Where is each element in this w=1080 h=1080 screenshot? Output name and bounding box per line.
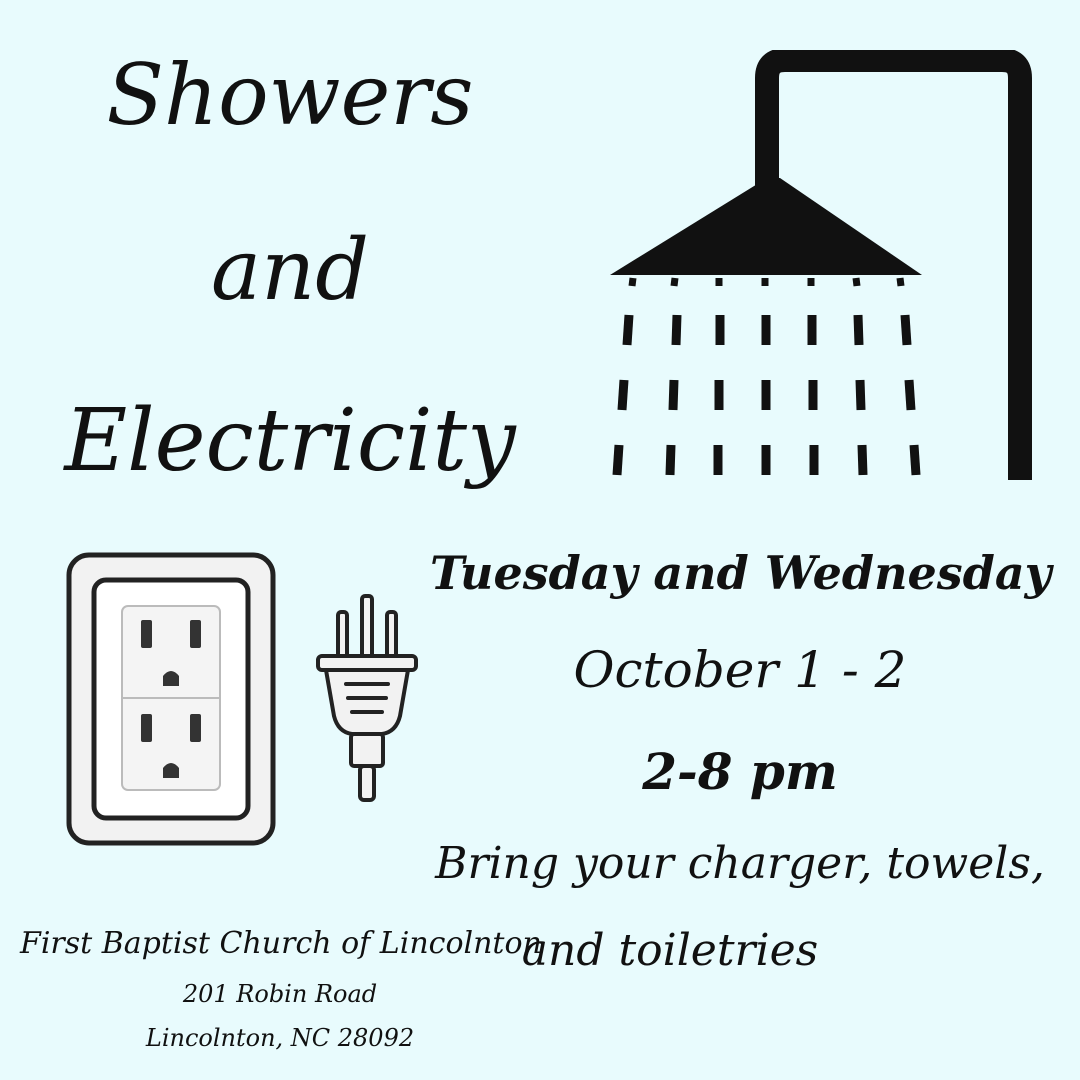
shower-head-icon [600,48,1050,490]
title-electricity: Electricity [64,391,516,491]
bring-items-line1: Bring your charger, towels, [435,838,1045,889]
title-and: and [211,221,369,319]
church-city-state-zip: Lincolnton, NC 28092 [145,1024,415,1052]
event-dates: October 1 - 2 [573,641,907,699]
electric-plug-icon [312,592,422,804]
church-name: First Baptist Church of Lincolnton [20,926,542,961]
church-street-address: 201 Robin Road [182,980,378,1008]
title-showers: Showers [106,46,474,144]
electrical-outlet-icon [66,552,276,846]
event-time: 2-8 pm [642,742,838,801]
event-days: Tuesday and Wednesday [430,546,1052,600]
